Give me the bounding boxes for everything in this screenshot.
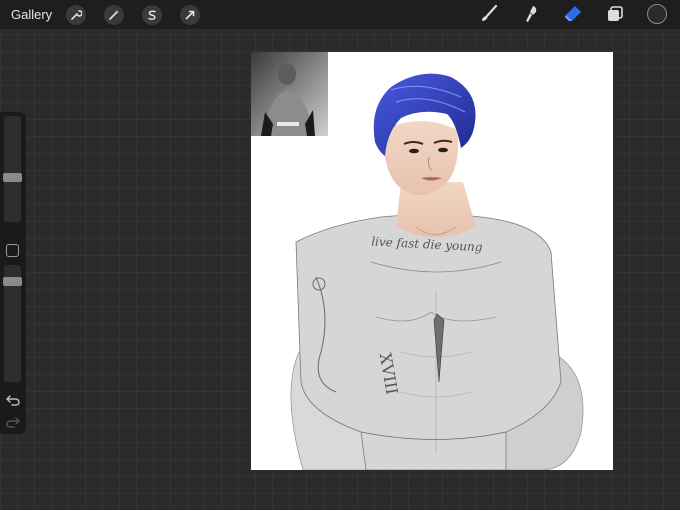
transform-arrow-icon [185,10,195,19]
brush-size-slider[interactable] [4,116,21,222]
actions-button[interactable] [66,4,87,25]
smudge-button[interactable] [520,3,542,25]
adjustments-button[interactable] [104,4,125,25]
smudge-icon [526,6,537,22]
undo-icon[interactable] [5,392,21,408]
selection-button[interactable] [142,4,163,25]
eraser-button[interactable] [562,3,584,25]
reference-photo[interactable] [251,52,328,136]
layers-button[interactable] [604,3,626,25]
transform-button[interactable] [180,4,201,25]
selection-s-icon [148,10,156,20]
redo-icon[interactable] [5,414,21,430]
paint-brush-button[interactable] [478,3,500,25]
modify-button[interactable] [6,244,19,257]
wrench-icon [71,9,83,20]
top-toolbar: Gallery [0,0,680,29]
artwork: live fast die young XVIII [251,52,584,470]
layers-icon [608,6,623,21]
eraser-icon [565,6,581,21]
active-color-swatch [647,4,667,24]
color-picker-button[interactable] [646,3,668,25]
left-sidebar [0,112,26,434]
brush-icon [482,4,498,21]
magic-wand-icon [109,9,120,20]
gallery-button[interactable]: Gallery [11,7,52,22]
opacity-thumb[interactable] [3,277,22,286]
right-toolbar [458,3,668,25]
drawing-canvas[interactable]: live fast die young XVIII [251,52,613,470]
brush-size-thumb[interactable] [3,173,22,182]
